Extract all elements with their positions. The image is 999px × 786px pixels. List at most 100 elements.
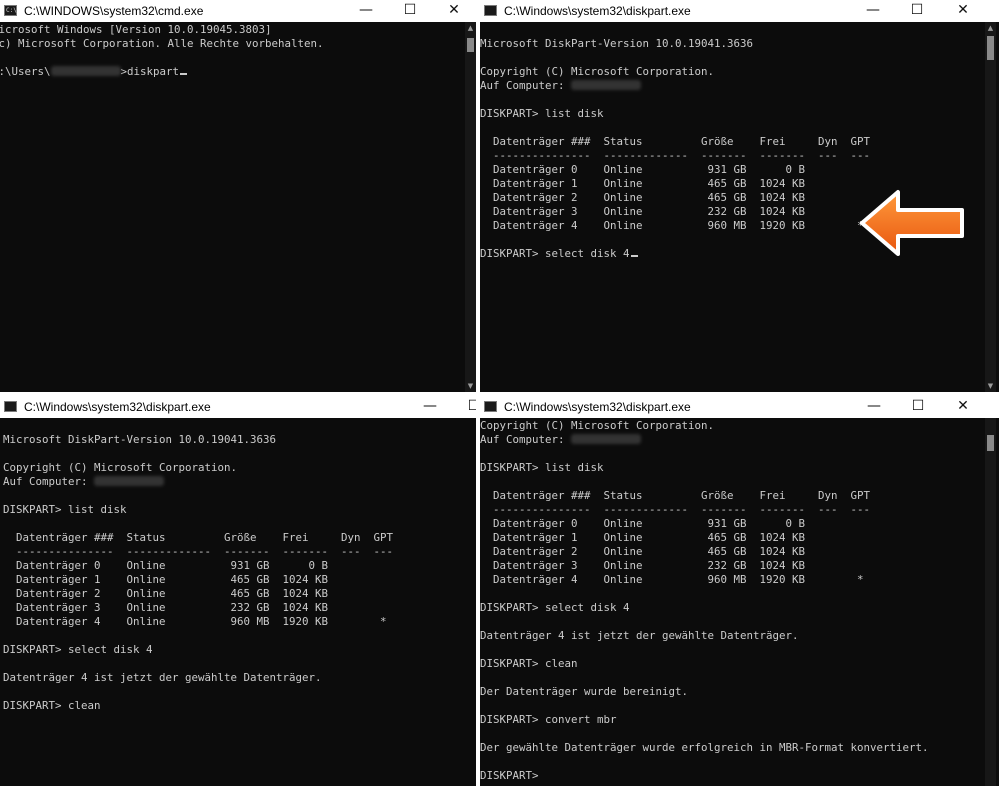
text-cursor bbox=[630, 255, 638, 257]
console-text: Datenträger 1 Online 465 GB 1024 KB bbox=[480, 177, 806, 190]
console-text: --------------- ------------- ------- --… bbox=[480, 503, 871, 516]
minimize-button[interactable]: — bbox=[344, 0, 388, 22]
console-text: Auf Computer: bbox=[480, 433, 572, 446]
scroll-up-icon[interactable]: ▲ bbox=[465, 22, 476, 34]
close-button[interactable]: ✕ bbox=[941, 0, 985, 22]
vertical-scrollbar[interactable]: ▲ ▼ bbox=[985, 22, 996, 392]
console-text: Auf Computer: bbox=[480, 79, 572, 92]
console-text: Datenträger ### Status Größe Frei Dyn GP… bbox=[3, 531, 394, 544]
console-line: (c) Microsoft Corporation. Alle Rechte v… bbox=[0, 37, 465, 51]
console-output[interactable]: Copyright (C) Microsoft Corporation. Auf … bbox=[480, 418, 988, 786]
console-line: Datenträger ### Status Größe Frei Dyn GP… bbox=[480, 489, 988, 503]
scroll-thumb[interactable] bbox=[467, 38, 474, 52]
title-bar[interactable]: C:\Windows\system32\diskpart.exe — ☐ bbox=[0, 396, 476, 418]
diskpart-window-bottom-left: C:\Windows\system32\diskpart.exe — ☐ Mic… bbox=[0, 396, 476, 786]
vertical-scrollbar[interactable]: ▲ ▼ bbox=[465, 22, 476, 392]
console-line: Microsoft Windows [Version 10.0.19045.38… bbox=[0, 23, 465, 37]
console-text: Datenträger 3 Online 232 GB 1024 KB bbox=[3, 601, 329, 614]
console-line: Datenträger 0 Online 931 GB 0 B bbox=[480, 517, 988, 531]
console-line: Datenträger ### Status Größe Frei Dyn GP… bbox=[3, 531, 476, 545]
redacted-text bbox=[571, 80, 642, 90]
console-line: Datenträger 4 ist jetzt der gewählte Dat… bbox=[3, 671, 476, 685]
scroll-thumb[interactable] bbox=[987, 36, 994, 60]
console-line: Datenträger 2 Online 465 GB 1024 KB bbox=[3, 587, 476, 601]
console-line: Datenträger 0 Online 931 GB 0 B bbox=[3, 559, 476, 573]
console-line: Der gewählte Datenträger wurde erfolgrei… bbox=[480, 741, 988, 755]
scroll-down-icon[interactable]: ▼ bbox=[465, 380, 476, 392]
console-output[interactable]: Microsoft DiskPart-Version 10.0.19041.36… bbox=[3, 418, 476, 786]
scroll-down-icon[interactable]: ▼ bbox=[985, 380, 996, 392]
console-text: Datenträger 2 Online 465 GB 1024 KB bbox=[480, 191, 806, 204]
console-text: Datenträger 2 Online 465 GB 1024 KB bbox=[480, 545, 806, 558]
console-text: --------------- ------------- ------- --… bbox=[3, 545, 394, 558]
console-text: Datenträger 4 Online 960 MB 1920 KB * bbox=[480, 219, 864, 232]
console-line: Auf Computer: bbox=[480, 79, 988, 93]
console-line: Auf Computer: bbox=[480, 433, 988, 447]
console-text: Datenträger 1 Online 465 GB 1024 KB bbox=[3, 573, 329, 586]
console-text: DISKPART> select disk 4 bbox=[480, 247, 630, 260]
console-line: DISKPART> select disk 4 bbox=[480, 601, 988, 615]
close-button[interactable]: ✕ bbox=[432, 0, 476, 22]
redacted-text bbox=[94, 476, 165, 486]
console-text: DISKPART> select disk 4 bbox=[480, 601, 630, 614]
console-app-icon bbox=[4, 401, 17, 412]
console-line: Datenträger 1 Online 465 GB 1024 KB bbox=[480, 531, 988, 545]
console-text: Datenträger 4 Online 960 MB 1920 KB * bbox=[480, 573, 864, 586]
console-text: Der Datenträger wurde bereinigt. bbox=[480, 685, 689, 698]
console-text: Datenträger 4 ist jetzt der gewählte Dat… bbox=[3, 671, 322, 684]
console-text: C:\Users\ bbox=[0, 65, 51, 78]
console-app-icon bbox=[484, 401, 497, 412]
window-title: C:\Windows\system32\diskpart.exe bbox=[504, 4, 691, 18]
scroll-up-icon[interactable]: ▲ bbox=[985, 22, 996, 34]
console-output[interactable]: Microsoft Windows [Version 10.0.19045.38… bbox=[0, 22, 465, 392]
console-line: Datenträger 4 Online 960 MB 1920 KB * bbox=[3, 615, 476, 629]
console-text: Datenträger 0 Online 931 GB 0 B bbox=[480, 163, 806, 176]
title-bar[interactable]: C:\Windows\system32\diskpart.exe — ☐ ✕ bbox=[480, 396, 999, 418]
console-line: DISKPART> select disk 4 bbox=[3, 643, 476, 657]
console-text: Microsoft DiskPart-Version 10.0.19041.36… bbox=[3, 433, 277, 446]
console-text: DISKPART> list disk bbox=[3, 503, 127, 516]
console-line: Datenträger 4 Online 960 MB 1920 KB * bbox=[480, 573, 988, 587]
console-text: Copyright (C) Microsoft Corporation. bbox=[480, 419, 715, 432]
console-app-icon bbox=[484, 5, 497, 16]
title-bar[interactable]: C:\ C:\WINDOWS\system32\cmd.exe — ☐ ✕ bbox=[0, 0, 476, 22]
maximize-button[interactable]: ☐ bbox=[452, 396, 476, 418]
console-text: Copyright (C) Microsoft Corporation. bbox=[480, 65, 715, 78]
console-line: Der Datenträger wurde bereinigt. bbox=[480, 685, 988, 699]
maximize-button[interactable]: ☐ bbox=[896, 396, 940, 418]
minimize-button[interactable]: — bbox=[851, 0, 895, 22]
maximize-button[interactable]: ☐ bbox=[895, 0, 939, 22]
console-text: Datenträger 3 Online 232 GB 1024 KB bbox=[480, 205, 806, 218]
redacted-text bbox=[50, 66, 121, 76]
console-text: Copyright (C) Microsoft Corporation. bbox=[3, 461, 238, 474]
vertical-scrollbar[interactable] bbox=[985, 418, 996, 786]
window-title: C:\WINDOWS\system32\cmd.exe bbox=[24, 4, 204, 18]
maximize-button[interactable]: ☐ bbox=[388, 0, 432, 22]
console-text: Datenträger 2 Online 465 GB 1024 KB bbox=[3, 587, 329, 600]
console-text: Datenträger 3 Online 232 GB 1024 KB bbox=[480, 559, 806, 572]
redacted-text bbox=[571, 434, 642, 444]
console-line: Datenträger ### Status Größe Frei Dyn GP… bbox=[480, 135, 988, 149]
title-bar[interactable]: C:\Windows\system32\diskpart.exe — ☐ ✕ bbox=[480, 0, 999, 22]
console-line: Datenträger 2 Online 465 GB 1024 KB bbox=[480, 545, 988, 559]
console-text: DISKPART> clean bbox=[3, 699, 101, 712]
console-line: Datenträger 1 Online 465 GB 1024 KB bbox=[3, 573, 476, 587]
scroll-thumb[interactable] bbox=[987, 435, 994, 451]
console-line: Datenträger 3 Online 232 GB 1024 KB bbox=[3, 601, 476, 615]
console-text: Datenträger 4 Online 960 MB 1920 KB * bbox=[3, 615, 387, 628]
console-text: DISKPART> bbox=[480, 769, 539, 782]
console-text: DISKPART> list disk bbox=[480, 461, 604, 474]
close-button[interactable]: ✕ bbox=[941, 396, 985, 418]
minimize-button[interactable]: — bbox=[852, 396, 896, 418]
window-title: C:\Windows\system32\diskpart.exe bbox=[24, 400, 211, 414]
minimize-button[interactable]: — bbox=[408, 396, 452, 418]
